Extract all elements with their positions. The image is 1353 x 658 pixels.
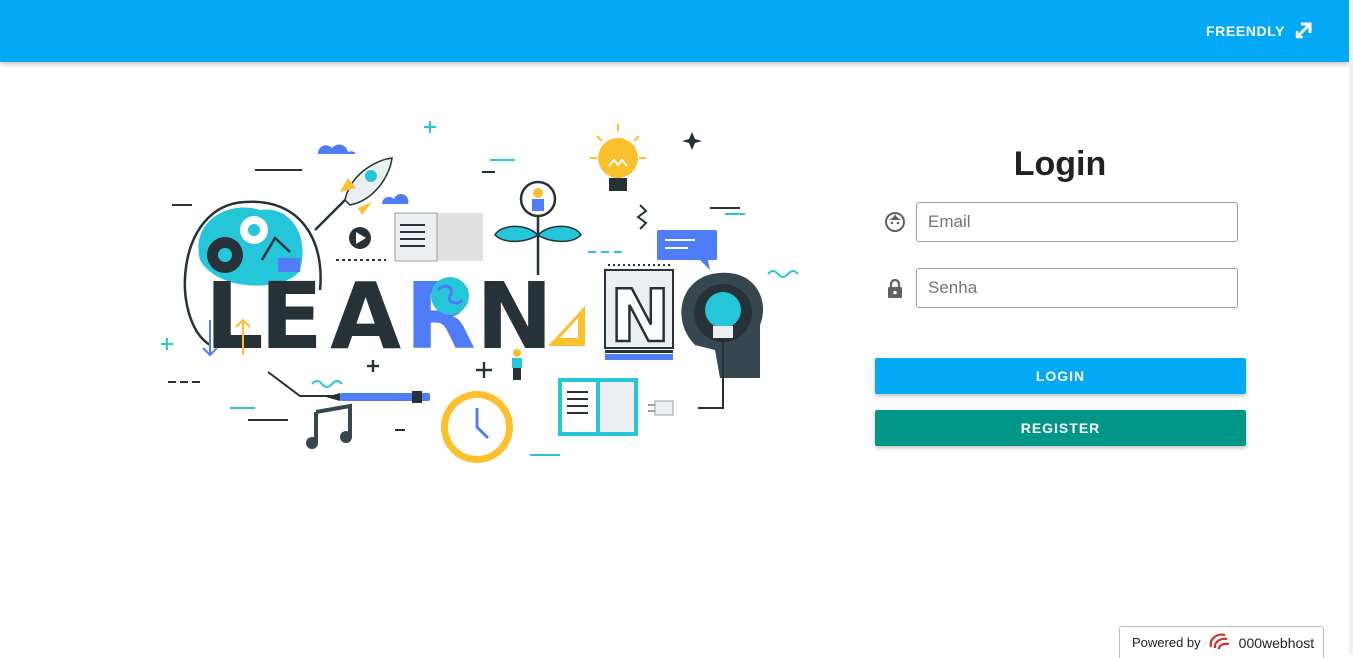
brand-label: FREENDLY bbox=[1206, 23, 1285, 39]
password-field[interactable] bbox=[916, 268, 1238, 308]
svg-text:L: L bbox=[205, 263, 264, 370]
arrow-up-right-icon bbox=[1295, 21, 1313, 42]
lock-icon bbox=[884, 277, 906, 299]
brand-link[interactable]: FREENDLY bbox=[1206, 19, 1313, 43]
powered-by-badge[interactable]: Powered by 000webhost bbox=[1119, 626, 1324, 658]
svg-text:R: R bbox=[405, 263, 476, 370]
top-app-bar: FREENDLY bbox=[0, 0, 1349, 62]
login-title: Login bbox=[1013, 145, 1107, 183]
svg-text:E: E bbox=[260, 263, 323, 370]
powered-by-label: Powered by bbox=[1132, 635, 1201, 650]
register-button[interactable]: REGISTER bbox=[875, 410, 1246, 446]
svg-text:N: N bbox=[610, 274, 670, 358]
password-row bbox=[884, 268, 1238, 308]
login-button[interactable]: LOGIN bbox=[875, 358, 1246, 394]
learning-illustration: L E A R N N bbox=[150, 110, 810, 480]
face-icon bbox=[884, 211, 906, 233]
webhost-logo-icon bbox=[1207, 631, 1233, 654]
webhost-name: 000webhost bbox=[1238, 634, 1315, 651]
email-field[interactable] bbox=[916, 202, 1238, 242]
email-row bbox=[884, 202, 1238, 242]
svg-text:A: A bbox=[330, 263, 401, 370]
scrollbar[interactable] bbox=[1349, 0, 1353, 655]
